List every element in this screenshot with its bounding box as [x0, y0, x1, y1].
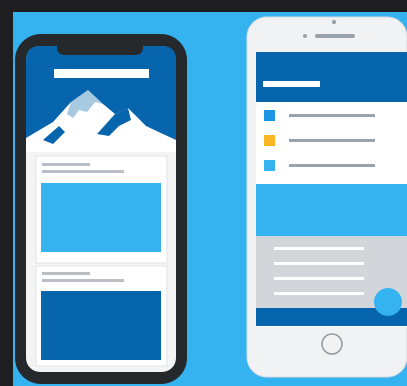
- left-phone: [15, 34, 187, 384]
- card-1-image: [41, 183, 161, 252]
- card-2-line-2: [42, 279, 124, 282]
- right-phone: [246, 16, 407, 378]
- list-bullet-cyan: [264, 160, 275, 171]
- list-line-3: [289, 164, 375, 167]
- panel-line-3: [274, 277, 364, 280]
- list-line-1: [289, 114, 375, 117]
- panel-line-2: [274, 262, 364, 265]
- responsive-design-illustration: [15, 16, 407, 384]
- camera-dot: [331, 19, 337, 25]
- left-phone-notch: [57, 40, 143, 55]
- left-phone-title-bar: [54, 69, 149, 78]
- list-line-2: [289, 139, 375, 142]
- panel-line-1: [274, 247, 364, 250]
- speaker-grille: [315, 34, 355, 38]
- card-2-line-1: [42, 272, 90, 275]
- sensor-dot: [303, 34, 307, 38]
- illustration-canvas: [13, 12, 407, 386]
- list-bullet-blue: [264, 110, 275, 121]
- left-phone-card-2: [35, 265, 168, 367]
- floating-action-button: [374, 288, 402, 316]
- right-phone-title-bar: [263, 81, 320, 87]
- dark-frame-top: [0, 0, 407, 12]
- card-1-line-2: [42, 170, 124, 173]
- right-phone-banner: [256, 184, 407, 236]
- card-2-image: [41, 291, 161, 360]
- panel-line-4: [274, 292, 364, 295]
- card-1-line-1: [42, 163, 90, 166]
- left-phone-card-1: [35, 155, 168, 264]
- right-phone-header: [256, 52, 407, 102]
- list-bullet-yellow: [264, 135, 275, 146]
